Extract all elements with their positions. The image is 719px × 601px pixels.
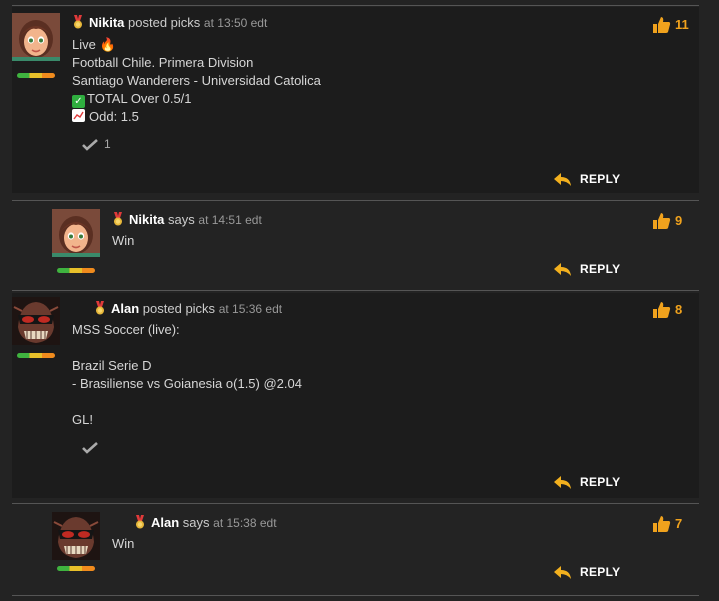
author-name[interactable]: Alan bbox=[111, 301, 139, 316]
comment-reply: Nikita says at 14:51 edt Win 9 REPLY bbox=[12, 203, 699, 285]
like-button[interactable]: 7 bbox=[651, 515, 682, 533]
checkmark-icon bbox=[82, 442, 98, 454]
avatar[interactable] bbox=[52, 512, 100, 560]
reply-label: REPLY bbox=[580, 475, 621, 489]
body-line: Santiago Wanderers - Universidad Catolic… bbox=[72, 73, 321, 88]
action-verb: says bbox=[168, 212, 195, 227]
comment-body: Live 🔥 Football Chile. Primera Division Sa… bbox=[72, 36, 321, 126]
divider bbox=[12, 290, 699, 291]
reply-arrow-icon bbox=[554, 476, 571, 489]
reply-label: REPLY bbox=[580, 262, 621, 276]
avatar[interactable] bbox=[12, 297, 60, 345]
reply-button[interactable]: REPLY bbox=[554, 172, 620, 187]
reputation-bar bbox=[57, 268, 95, 273]
medal-icon bbox=[136, 515, 144, 529]
like-count: 7 bbox=[675, 516, 683, 531]
body-line: Football Chile. Primera Division bbox=[72, 55, 254, 70]
body-line: TOTAL Over 0.5/1 bbox=[87, 91, 192, 106]
reply-arrow-icon bbox=[554, 566, 571, 579]
medal-icon bbox=[114, 212, 122, 226]
reply-button[interactable]: REPLY bbox=[554, 475, 620, 490]
check-counter[interactable] bbox=[82, 440, 104, 454]
like-button[interactable]: 9 bbox=[651, 212, 682, 230]
check-count: 1 bbox=[104, 137, 111, 151]
body-line: - Brasiliense vs Goianesia o(1.5) @2.04 bbox=[72, 376, 302, 391]
body-line: Win bbox=[112, 233, 135, 248]
reply-arrow-icon bbox=[554, 173, 571, 186]
medal-icon bbox=[74, 15, 82, 29]
comment-reply: Alan says at 15:38 edt Win 7 REPLY bbox=[12, 506, 699, 592]
comment-body: Win bbox=[112, 535, 134, 553]
body-line bbox=[72, 339, 302, 357]
action-verb: posted picks bbox=[142, 301, 216, 316]
reply-label: REPLY bbox=[580, 172, 621, 186]
author-name[interactable]: Nikita bbox=[129, 212, 164, 227]
like-count: 8 bbox=[675, 302, 683, 317]
comment-header: Alan posted picks at 15:36 edt bbox=[94, 301, 282, 316]
avatar[interactable] bbox=[12, 13, 60, 61]
thumbs-up-icon bbox=[653, 516, 671, 532]
timestamp: at 13:50 edt bbox=[203, 16, 268, 30]
reputation-bar bbox=[57, 566, 95, 571]
comment-header: Nikita posted picks at 13:50 edt bbox=[72, 15, 267, 30]
divider bbox=[12, 5, 699, 6]
like-button[interactable]: 8 bbox=[651, 301, 682, 319]
timestamp: at 14:51 edt bbox=[198, 213, 262, 227]
reply-button[interactable]: REPLY bbox=[554, 262, 620, 277]
avatar[interactable] bbox=[52, 209, 100, 257]
timestamp: at 15:36 edt bbox=[218, 302, 283, 316]
body-line-row: ✓ TOTAL Over 0.5/1 bbox=[72, 90, 321, 108]
like-count: 11 bbox=[675, 17, 689, 32]
body-line: Brazil Serie D bbox=[72, 358, 152, 373]
comment-header: Alan says at 15:38 edt bbox=[134, 515, 277, 530]
checkmark-icon bbox=[82, 139, 98, 151]
like-count: 9 bbox=[675, 213, 683, 228]
reputation-bar bbox=[17, 73, 55, 78]
divider bbox=[12, 503, 699, 504]
comment: Nikita posted picks at 13:50 edt Live 🔥 F… bbox=[12, 7, 699, 193]
thumbs-up-icon bbox=[653, 213, 671, 229]
comment-body: Win bbox=[112, 232, 134, 250]
thumbs-up-icon bbox=[653, 17, 671, 33]
check-mark-icon: ✓ bbox=[72, 95, 85, 108]
comment: Alan posted picks at 15:36 edt MSS Socce… bbox=[12, 293, 699, 498]
author-name[interactable]: Alan bbox=[151, 515, 179, 530]
reply-label: REPLY bbox=[580, 565, 621, 579]
body-line: Live 🔥 bbox=[72, 37, 116, 52]
body-line-row: Odd: 1.5 bbox=[72, 108, 321, 126]
reputation-bar bbox=[17, 353, 55, 358]
action-verb: says bbox=[182, 515, 210, 530]
body-line bbox=[72, 393, 302, 411]
medal-icon bbox=[96, 301, 104, 315]
timestamp: at 15:38 edt bbox=[213, 516, 277, 530]
reply-arrow-icon bbox=[554, 263, 571, 276]
chart-increasing-icon bbox=[72, 109, 85, 122]
action-verb: posted picks bbox=[128, 15, 201, 30]
like-button[interactable]: 11 bbox=[651, 16, 689, 34]
thumbs-up-icon bbox=[653, 302, 671, 318]
comment-header: Nikita says at 14:51 edt bbox=[112, 212, 262, 227]
divider bbox=[12, 595, 699, 596]
body-line: MSS Soccer (live): bbox=[72, 322, 180, 337]
check-counter[interactable]: 1 bbox=[82, 137, 111, 151]
author-name[interactable]: Nikita bbox=[89, 15, 124, 30]
body-line: GL! bbox=[72, 412, 93, 427]
comment-body: MSS Soccer (live): Brazil Serie D - Brasil… bbox=[72, 321, 302, 429]
reply-button[interactable]: REPLY bbox=[554, 565, 620, 580]
body-line: Odd: 1.5 bbox=[89, 109, 139, 124]
body-line: Win bbox=[112, 536, 135, 551]
divider bbox=[12, 200, 699, 201]
